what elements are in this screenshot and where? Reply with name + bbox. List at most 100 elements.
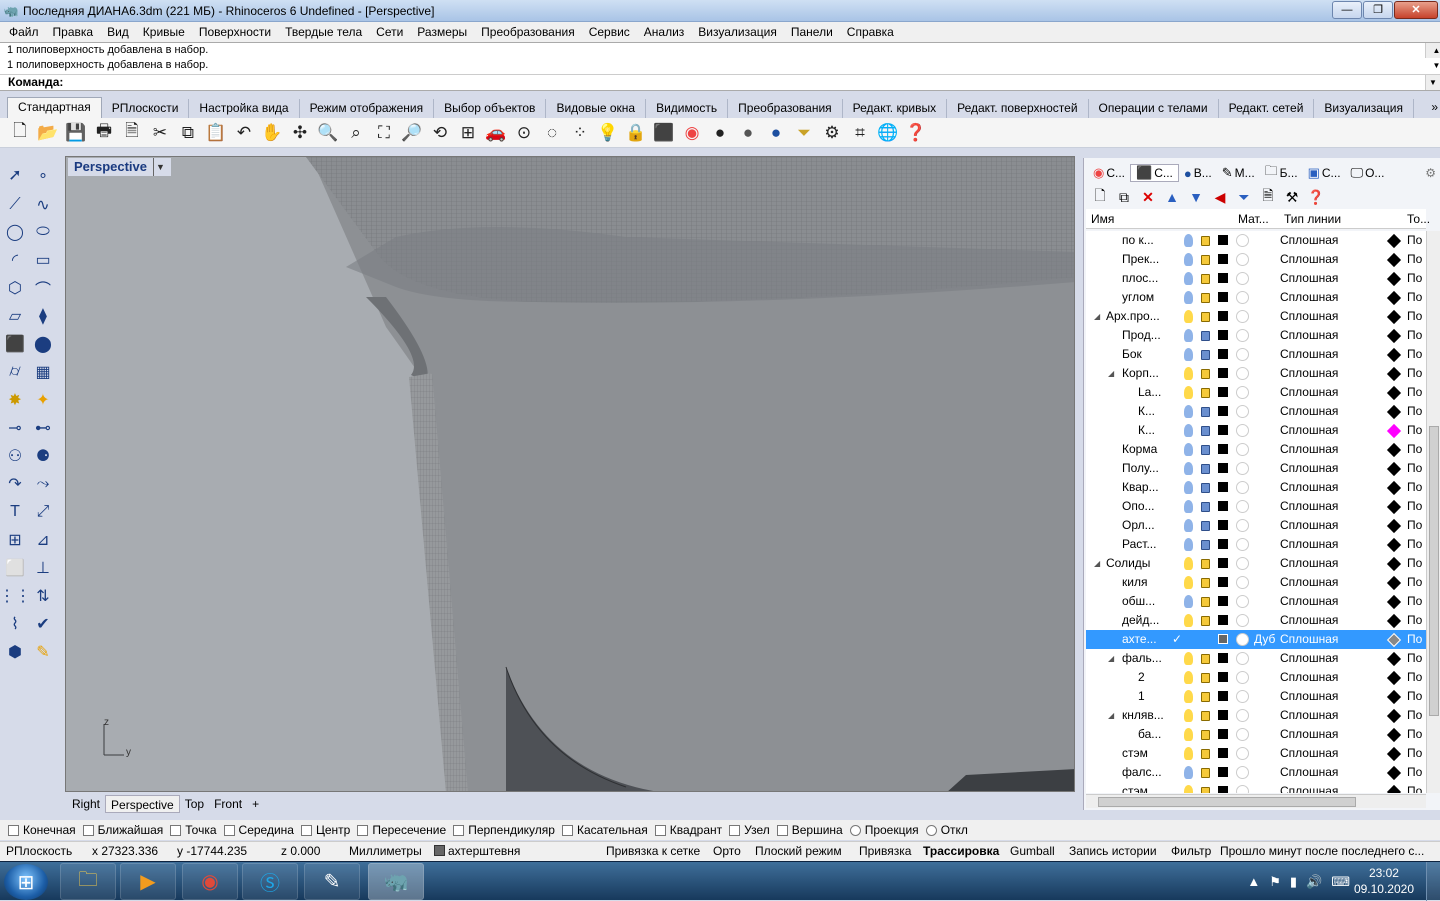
layer-linetype[interactable]: Сплошная bbox=[1280, 459, 1338, 478]
print-color-diamond-icon[interactable] bbox=[1386, 497, 1402, 516]
layer-name[interactable]: Раст... bbox=[1122, 535, 1156, 554]
layer-name[interactable]: дейд... bbox=[1122, 611, 1159, 630]
expand-triangle-icon[interactable]: ◢ bbox=[1108, 706, 1114, 725]
layer-name[interactable]: La... bbox=[1138, 383, 1161, 402]
cut-icon[interactable]: ✂ bbox=[148, 121, 172, 145]
split-icon[interactable]: ⊸ bbox=[2, 416, 28, 440]
volume-icon[interactable]: 🔊 bbox=[1306, 874, 1322, 890]
menu-edit[interactable]: Правка bbox=[46, 25, 101, 39]
ellipse-icon[interactable]: ⬭ bbox=[30, 220, 56, 244]
color-wheel-icon[interactable]: ◉ bbox=[680, 121, 704, 145]
visibility-bulb-icon[interactable] bbox=[1184, 231, 1193, 250]
clock[interactable]: 23:02 09.10.2020 bbox=[1354, 865, 1414, 897]
layer-color-swatch[interactable] bbox=[1218, 516, 1228, 535]
layer-row[interactable]: плос... Сплошная По bbox=[1086, 269, 1426, 288]
layer-print-width[interactable]: По bbox=[1407, 592, 1422, 611]
visibility-bulb-icon[interactable] bbox=[1184, 706, 1193, 725]
layer-color-swatch[interactable] bbox=[1218, 440, 1228, 459]
layer-name[interactable]: 1 bbox=[1138, 687, 1145, 706]
layers-horizontal-scrollbar[interactable] bbox=[1086, 794, 1426, 808]
material-sphere-icon[interactable] bbox=[1236, 649, 1249, 668]
tab-render-tools[interactable]: Визуализация bbox=[1314, 99, 1414, 118]
layer-name[interactable]: обш... bbox=[1122, 592, 1155, 611]
rectangle-icon[interactable]: ▭ bbox=[30, 248, 56, 272]
offset-icon[interactable]: ⤳ bbox=[30, 472, 56, 496]
material-sphere-icon[interactable] bbox=[1236, 459, 1249, 478]
group-icon[interactable]: ⚇ bbox=[2, 444, 28, 468]
tab-surface-tools[interactable]: Редакт. поверхностей bbox=[947, 99, 1089, 118]
layer-print-width[interactable]: По bbox=[1407, 288, 1422, 307]
layer-row[interactable]: Опо... Сплошная По bbox=[1086, 497, 1426, 516]
scroll-up-icon[interactable]: ▲ bbox=[1433, 43, 1440, 58]
layer-color-swatch[interactable] bbox=[1218, 288, 1228, 307]
panel-settings-gear-icon[interactable]: ⚙ bbox=[1420, 166, 1440, 180]
print-color-diamond-icon[interactable] bbox=[1386, 250, 1402, 269]
paint-icon[interactable]: ✎ bbox=[30, 640, 56, 664]
lock-closed-icon[interactable] bbox=[1201, 478, 1210, 497]
layer-color-swatch[interactable] bbox=[1218, 573, 1228, 592]
show-desktop-button[interactable] bbox=[1426, 862, 1440, 901]
layer-name[interactable]: К... bbox=[1138, 402, 1155, 421]
osnap-vertex[interactable]: Вершина bbox=[776, 823, 843, 837]
material-sphere-icon[interactable] bbox=[1236, 554, 1249, 573]
scroll-thumb[interactable] bbox=[1429, 426, 1439, 716]
layer-row[interactable]: 1 Сплошная По bbox=[1086, 687, 1426, 706]
layer-name[interactable]: Квар... bbox=[1122, 478, 1159, 497]
panel-tab-layers[interactable]: ⬛ С... bbox=[1130, 164, 1179, 182]
menu-transform[interactable]: Преобразования bbox=[474, 25, 582, 39]
osnap-mid[interactable]: Середина bbox=[223, 823, 294, 837]
tab-standard[interactable]: Стандартная bbox=[7, 97, 102, 118]
print-color-diamond-icon[interactable] bbox=[1386, 573, 1402, 592]
save-icon[interactable]: 💾 bbox=[64, 121, 88, 145]
point-icon[interactable]: ∘ bbox=[30, 163, 56, 187]
layer-linetype[interactable]: Сплошная bbox=[1280, 288, 1338, 307]
material-sphere-icon[interactable] bbox=[1236, 250, 1249, 269]
layer-print-width[interactable]: По bbox=[1407, 611, 1422, 630]
layer-row[interactable]: Орл... Сплошная По bbox=[1086, 516, 1426, 535]
layer-name[interactable]: Арх.про... bbox=[1106, 307, 1160, 326]
tab-front-view[interactable]: Front bbox=[209, 795, 247, 813]
viewport-title[interactable]: Perspective ▼ bbox=[68, 158, 171, 176]
layer-color-swatch[interactable] bbox=[1218, 592, 1228, 611]
layer-row[interactable]: К... Сплошная По bbox=[1086, 402, 1426, 421]
cylinder-icon[interactable]: ⌭ bbox=[2, 360, 28, 384]
print-icon[interactable]: 🖶 bbox=[92, 121, 116, 145]
lock-closed-icon[interactable] bbox=[1201, 516, 1210, 535]
layer-print-width[interactable]: По bbox=[1407, 421, 1422, 440]
layer-print-width[interactable]: По bbox=[1407, 364, 1422, 383]
layer-name[interactable]: киля bbox=[1122, 573, 1147, 592]
layer-name[interactable]: Полу... bbox=[1122, 459, 1159, 478]
expand-triangle-icon[interactable]: ◢ bbox=[1108, 649, 1114, 668]
named-views-icon[interactable]: 🚗 bbox=[484, 121, 508, 145]
join-icon[interactable]: ⊷ bbox=[30, 416, 56, 440]
panel-tab-materials[interactable]: ✎ М... bbox=[1217, 165, 1260, 181]
checkbox[interactable] bbox=[223, 824, 235, 836]
menu-curves[interactable]: Кривые bbox=[136, 25, 192, 39]
print-color-diamond-icon[interactable] bbox=[1386, 307, 1402, 326]
minimize-button[interactable]: — bbox=[1332, 1, 1362, 19]
print-color-diamond-icon[interactable] bbox=[1386, 554, 1402, 573]
print-color-diamond-icon[interactable] bbox=[1386, 668, 1402, 687]
shaded-sphere-icon[interactable]: ● bbox=[736, 121, 760, 145]
visibility-bulb-icon[interactable] bbox=[1184, 421, 1193, 440]
layer-color-swatch[interactable] bbox=[1218, 630, 1228, 649]
polyline-icon[interactable]: ⟋ bbox=[2, 193, 28, 217]
print-color-diamond-icon[interactable] bbox=[1386, 326, 1402, 345]
lock-open-icon[interactable] bbox=[1201, 573, 1210, 592]
filter-icon[interactable]: ⏷ bbox=[792, 121, 816, 145]
layer-color-swatch[interactable] bbox=[1218, 706, 1228, 725]
layer-print-width[interactable]: По bbox=[1407, 554, 1422, 573]
layer-print-width[interactable]: По bbox=[1407, 326, 1422, 345]
checkbox[interactable] bbox=[849, 824, 861, 836]
arc-icon[interactable]: ◜ bbox=[2, 248, 28, 272]
layer-linetype[interactable]: Сплошная bbox=[1280, 231, 1338, 250]
layer-color-swatch[interactable] bbox=[1218, 402, 1228, 421]
visibility-bulb-icon[interactable] bbox=[1184, 763, 1193, 782]
material-sphere-icon[interactable] bbox=[1236, 326, 1249, 345]
layer-color-swatch[interactable] bbox=[1218, 459, 1228, 478]
tab-transform[interactable]: Преобразования bbox=[728, 99, 843, 118]
layer-print-width[interactable]: По bbox=[1407, 250, 1422, 269]
dimension-icon[interactable]: ⊿ bbox=[30, 528, 56, 552]
tab-curve-tools[interactable]: Редакт. кривых bbox=[843, 99, 948, 118]
lock-open-icon[interactable] bbox=[1201, 383, 1210, 402]
